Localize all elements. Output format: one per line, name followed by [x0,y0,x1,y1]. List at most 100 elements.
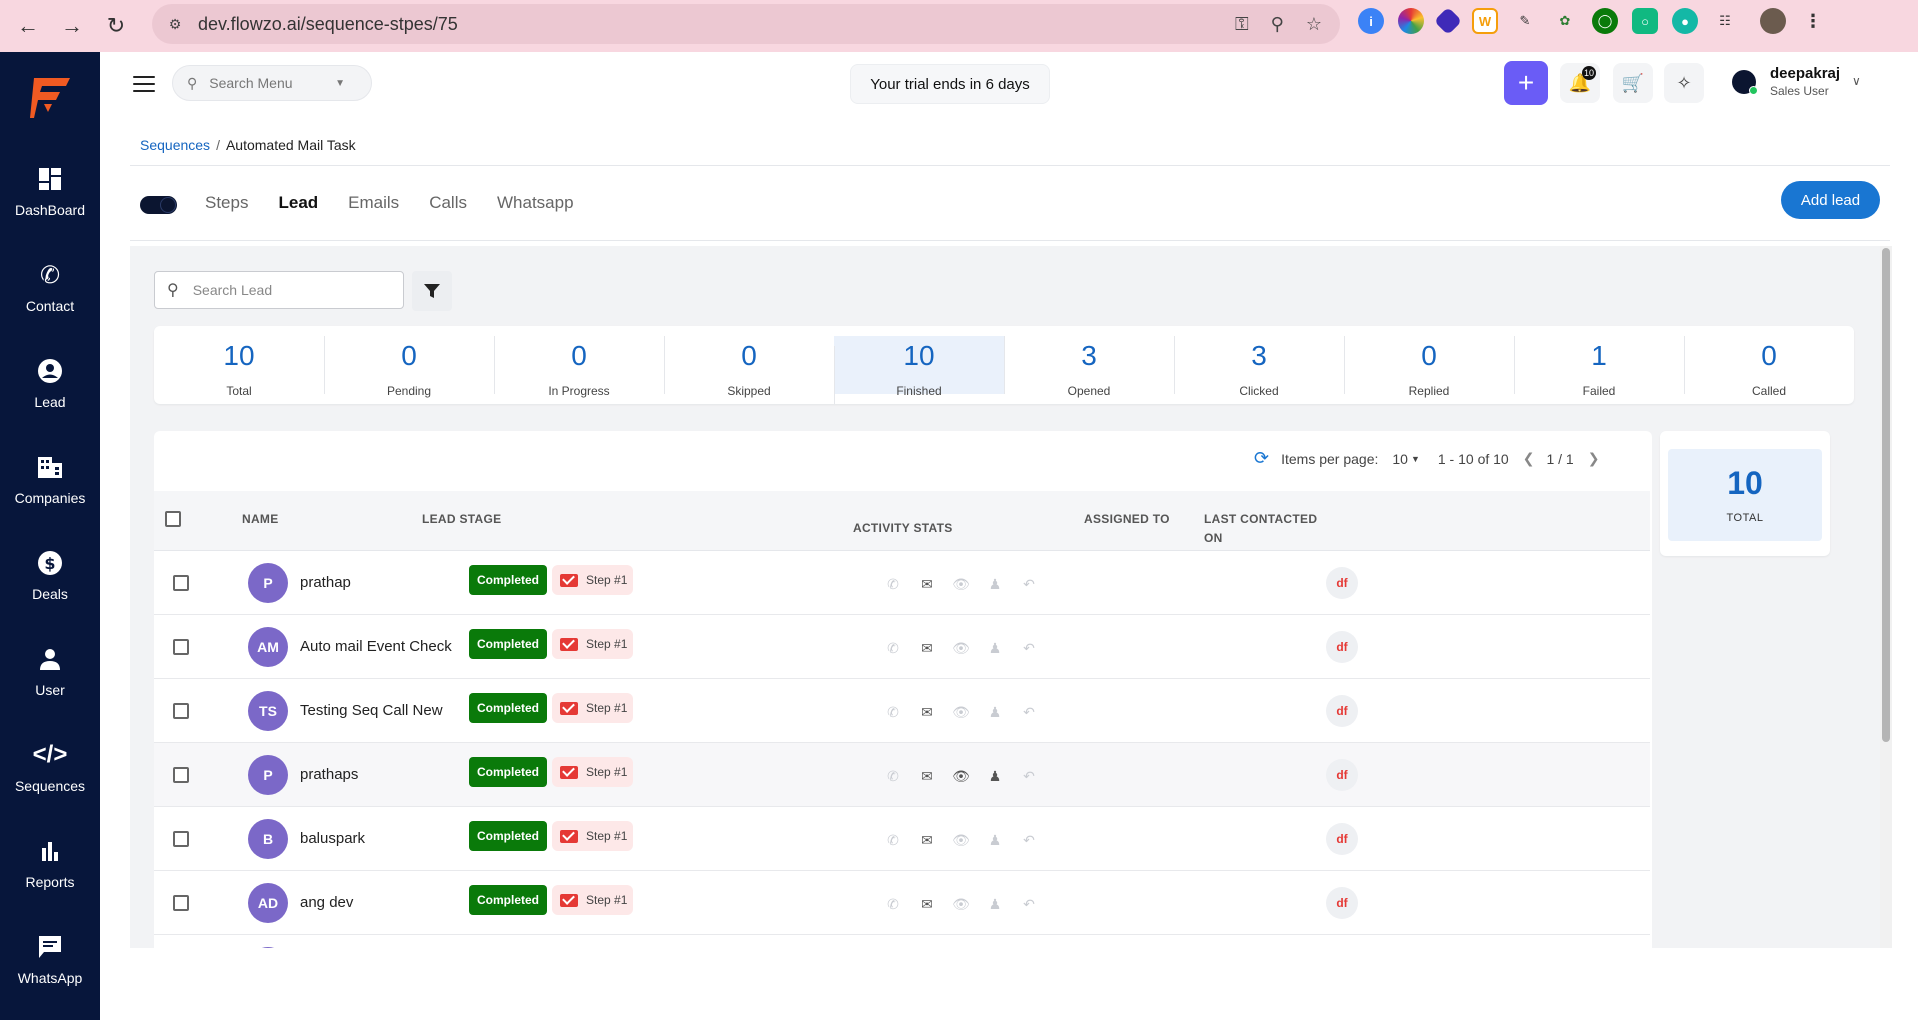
email-icon[interactable]: ✉ [918,703,936,721]
site-info-icon[interactable]: ⚙ [162,11,188,37]
next-page-icon[interactable]: ❯ [1588,450,1600,467]
eye-icon[interactable]: 👁 [952,575,970,593]
previous-page-icon[interactable]: ❮ [1523,450,1535,467]
stat-pending[interactable]: 0 Pending [324,326,494,404]
lead-name[interactable]: prathaps [300,766,358,783]
person-icon[interactable]: ♟ [986,895,1004,913]
sidebar-item-dashboard[interactable]: DashBoard [0,164,100,244]
table-row[interactable]: Bbaluspark Completed Step #1 ✆ ✉ 👁 ♟ ↶ df [154,807,1650,871]
column-last-contacted[interactable]: LAST CONTACTED [1204,512,1317,526]
address-bar[interactable]: ⚙ dev.flowzo.ai/sequence-stpes/75 ⚿ ⚲ ☆ [152,4,1340,44]
email-icon[interactable]: ✉ [918,575,936,593]
vertical-scrollbar[interactable] [1880,246,1892,948]
step-badge[interactable]: Step #1 [552,629,633,659]
profile-avatar[interactable] [1760,8,1786,34]
avatar[interactable] [1732,70,1758,95]
assigned-user-avatar[interactable]: df [1326,567,1358,599]
lead-name[interactable]: prathap [300,574,351,591]
lead-name[interactable]: ang dev [300,894,353,911]
call-icon[interactable]: ✆ [884,831,902,849]
column-assigned-to[interactable]: ASSIGNED TO [1084,512,1170,526]
stat-opened[interactable]: 3 Opened [1004,326,1174,404]
email-icon[interactable]: ✉ [918,831,936,849]
reload-icon[interactable]: ↻ [94,4,138,48]
row-checkbox[interactable] [173,831,189,847]
stat-failed[interactable]: 1 Failed [1514,326,1684,404]
star-icon[interactable]: ☆ [1306,14,1322,35]
stat-total[interactable]: 10 Total [154,326,324,404]
assigned-user-avatar[interactable]: df [1326,887,1358,919]
assigned-user-avatar[interactable]: df [1326,823,1358,855]
reply-icon[interactable]: ↶ [1020,831,1038,849]
eye-icon[interactable]: 👁 [952,703,970,721]
tab-lead[interactable]: Lead [278,193,318,213]
table-row[interactable]: AD ang dev Completed Step #1 ✆ ✉ 👁 ♟ ↶ df [154,871,1650,935]
reply-icon[interactable]: ↶ [1020,895,1038,913]
back-icon[interactable]: ← [6,4,50,48]
lead-name[interactable]: Auto mail Event Check [300,638,452,655]
reply-icon[interactable]: ↶ [1020,767,1038,785]
tab-calls[interactable]: Calls [429,193,467,213]
filter-button[interactable] [412,271,452,311]
assigned-user-avatar[interactable]: df [1326,695,1358,727]
person-icon[interactable]: ♟ [986,703,1004,721]
search-menu-input[interactable]: ⚲ Search Menu ▼ [172,65,372,101]
step-badge[interactable]: Step #1 [552,821,633,851]
sidebar-item-deals[interactable]: $ Deals [0,548,100,628]
person-icon[interactable]: ♟ [986,639,1004,657]
call-icon[interactable]: ✆ [884,639,902,657]
url-text[interactable]: dev.flowzo.ai/sequence-stpes/75 [198,14,458,35]
call-icon[interactable]: ✆ [884,767,902,785]
stat-clicked[interactable]: 3 Clicked [1174,326,1344,404]
breadcrumb-sequences-link[interactable]: Sequences [140,137,210,153]
forward-icon[interactable]: → [50,4,94,48]
table-row[interactable]: TS Testing Seq Call New Completed Step #1 ✆ ✉… [154,679,1650,743]
sparkle-button[interactable]: ✧ [1664,63,1704,103]
row-checkbox[interactable] [173,767,189,783]
email-icon[interactable]: ✉ [918,895,936,913]
person-icon[interactable]: ♟ [986,831,1004,849]
row-checkbox[interactable] [173,639,189,655]
stat-finished[interactable]: 10 Finished [834,336,1004,404]
call-icon[interactable]: ✆ [884,895,902,913]
notifications-button[interactable]: 🔔 10 [1560,63,1600,103]
sequence-active-toggle[interactable] [140,196,177,214]
sidebar-item-lead[interactable]: Lead [0,356,100,436]
search-lead-input[interactable]: ⚲ Search Lead [154,271,404,309]
extension-icon[interactable]: ◯ [1592,8,1618,34]
stat-skipped[interactable]: 0 Skipped [664,326,834,404]
sidebar-item-companies[interactable]: Companies [0,452,100,532]
lead-name[interactable]: baluspark [300,830,365,847]
table-row[interactable]: Pprathap Completed Step #1 ✆ ✉ 👁 ♟ ↶ df [154,551,1650,615]
chevron-down-icon[interactable]: ∨ [1852,74,1861,88]
step-badge[interactable]: Step #1 [552,757,633,787]
extension-icon[interactable]: ○ [1632,8,1658,34]
assigned-user-avatar[interactable]: df [1326,631,1358,663]
user-name[interactable]: deepakraj [1770,65,1840,82]
extension-icon[interactable] [1398,8,1424,34]
reply-icon[interactable]: ↶ [1020,639,1038,657]
call-icon[interactable]: ✆ [884,703,902,721]
tab-steps[interactable]: Steps [205,193,248,213]
zoom-icon[interactable]: ⚲ [1271,14,1284,35]
menu-toggle-button[interactable] [132,72,156,96]
eye-icon[interactable]: 👁 [952,895,970,913]
reply-icon[interactable]: ↶ [1020,575,1038,593]
stat-in-progress[interactable]: 0 In Progress [494,326,664,404]
step-badge[interactable]: Step #1 [552,885,633,915]
step-badge[interactable]: Step #1 [552,693,633,723]
lead-name[interactable]: Testing Seq Call New [300,702,443,719]
flowzo-logo[interactable] [30,74,72,122]
cart-button[interactable]: 🛒 [1613,63,1653,103]
table-row[interactable]: PCompletedStep #1 [154,935,1650,948]
sidebar-item-contact[interactable]: ✆ Contact [0,260,100,340]
table-row[interactable]: AM Auto mail Event Check Completed Step #1 ✆… [154,615,1650,679]
tab-emails[interactable]: Emails [348,193,399,213]
extension-icon[interactable]: ✿ [1552,8,1578,34]
sidebar-item-sequences[interactable]: </> Sequences [0,740,100,820]
eye-icon[interactable]: 👁 [952,767,970,785]
select-all-checkbox[interactable] [165,511,181,527]
sidebar-item-user[interactable]: User [0,644,100,724]
column-name[interactable]: NAME [242,512,279,526]
row-checkbox[interactable] [173,895,189,911]
